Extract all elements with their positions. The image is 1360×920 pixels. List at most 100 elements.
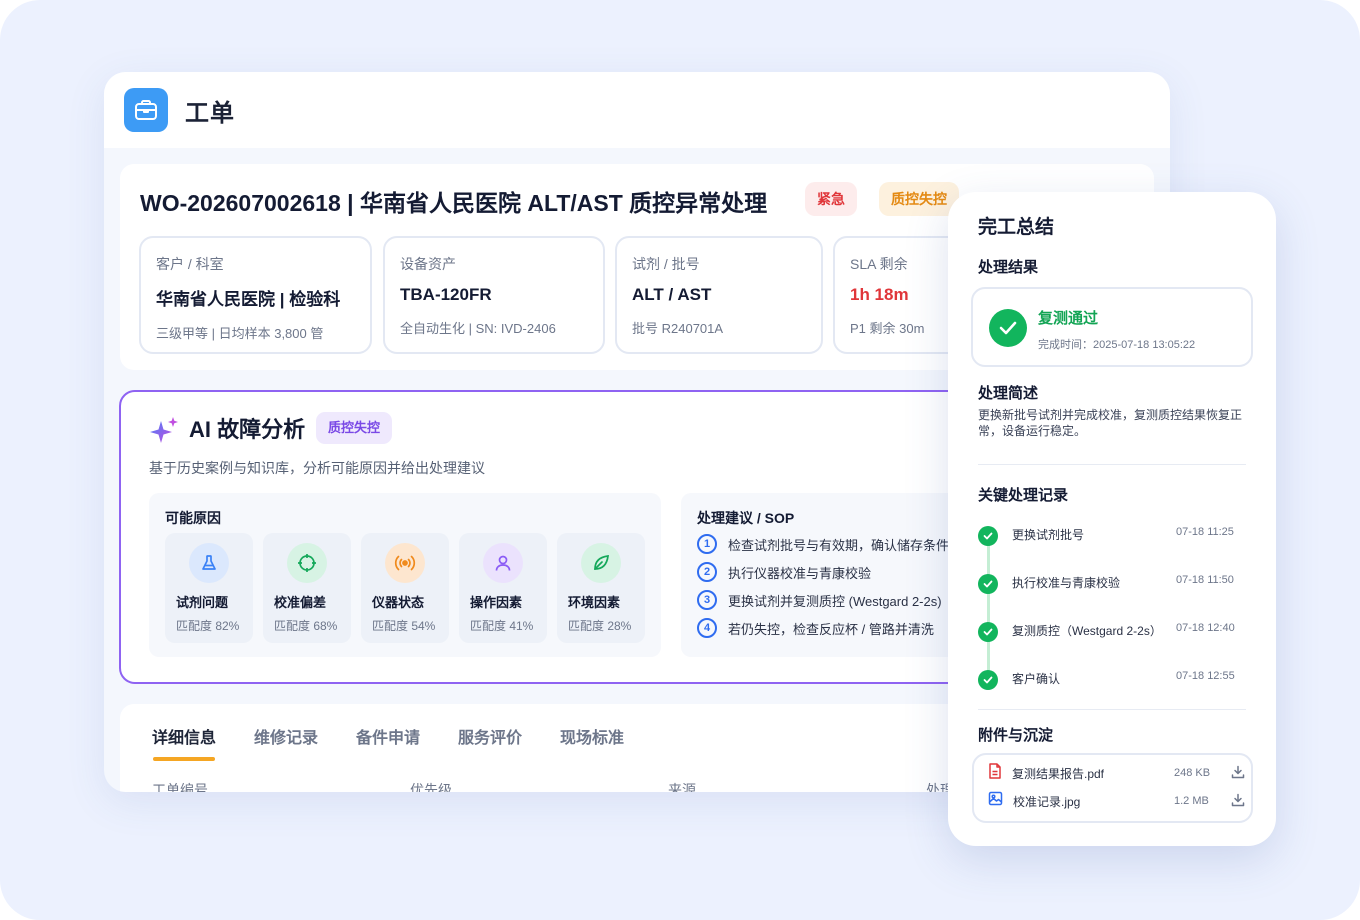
cause-name: 环境因素 xyxy=(568,595,621,610)
possible-causes-panel: 可能原因 试剂问题 匹配度 82% 校准偏差 匹配度 68% 仪器状态 匹配度 … xyxy=(149,493,661,657)
ai-status-badge: 质控失控 xyxy=(316,412,393,444)
divider xyxy=(978,709,1246,710)
signal-icon xyxy=(385,543,425,583)
step-number: 3 xyxy=(697,590,717,610)
info-sub: 全自动生化 | SN: IVD-2406 xyxy=(400,321,556,336)
cause-match: 匹配度 68% xyxy=(274,619,338,633)
cause-card-calibration[interactable]: 校准偏差 匹配度 68% xyxy=(263,533,351,643)
attachment-item[interactable]: 复测结果报告.pdf 248 KB xyxy=(988,762,1245,784)
step-text: 检查试剂批号与有效期，确认储存条件 xyxy=(728,537,950,553)
brief-heading: 处理简述 xyxy=(978,385,1039,402)
record-time: 07-18 11:50 xyxy=(1176,574,1234,586)
info-value: ALT / AST xyxy=(632,285,712,304)
attachment-item[interactable]: 校准记录.jpg 1.2 MB xyxy=(988,791,1245,811)
ai-analysis-title: AI 故障分析 xyxy=(189,417,306,442)
field-label-source: 来源 xyxy=(668,782,696,792)
qc-status-badge: 质控失控 xyxy=(879,182,959,216)
crosshair-icon xyxy=(287,543,327,583)
divider xyxy=(978,464,1246,465)
attachment-name: 校准记录.jpg xyxy=(1013,794,1081,809)
step-number: 1 xyxy=(697,534,717,554)
cause-card-operation[interactable]: 操作因素 匹配度 41% xyxy=(459,533,547,643)
download-icon[interactable] xyxy=(1231,793,1245,812)
records-heading: 关键处理记录 xyxy=(978,487,1069,504)
cause-match: 匹配度 82% xyxy=(176,619,240,633)
check-icon xyxy=(978,670,998,690)
attachments-heading: 附件与沉淀 xyxy=(978,727,1054,744)
info-label: 试剂 / 批号 xyxy=(632,256,700,272)
timeline-line xyxy=(987,537,990,677)
tab-repair-records[interactable]: 维修记录 xyxy=(254,724,318,748)
cause-name: 校准偏差 xyxy=(274,595,327,610)
step-text: 更换试剂并复测质控 (Westgard 2-2s) xyxy=(728,593,942,609)
info-sub: 三级甲等 | 日均样本 3,800 管 xyxy=(156,326,324,341)
step-number: 4 xyxy=(697,618,717,638)
check-circle-icon xyxy=(989,309,1027,347)
attachments-box: 复测结果报告.pdf 248 KB 校准记录.jpg 1.2 MB xyxy=(972,753,1253,823)
tab-parts-request[interactable]: 备件申请 xyxy=(356,724,420,748)
pdf-file-icon xyxy=(988,762,1002,784)
cause-card-reagent[interactable]: 试剂问题 匹配度 82% xyxy=(165,533,253,643)
window-header: 工单 xyxy=(104,72,1170,148)
reagent-info-box: 试剂 / 批号 ALT / AST 批号 R240701A xyxy=(615,236,823,354)
briefcase-icon xyxy=(124,88,168,132)
image-file-icon xyxy=(988,791,1003,811)
record-time: 07-18 12:55 xyxy=(1176,670,1235,682)
tab-details[interactable]: 详细信息 xyxy=(152,724,216,748)
field-label-wo-number: 工单编号 xyxy=(152,782,208,792)
ai-analysis-description: 基于历史案例与知识库，分析可能原因并给出处理建议 xyxy=(149,460,485,476)
tab-service-rating[interactable]: 服务评价 xyxy=(458,724,522,748)
leaf-icon xyxy=(581,543,621,583)
cause-match: 匹配度 28% xyxy=(568,619,632,633)
step-text: 若仍失控，检查反应杯 / 管路并清洗 xyxy=(728,621,934,637)
info-sub: 批号 R240701A xyxy=(632,321,724,336)
causes-title: 可能原因 xyxy=(165,510,221,526)
flask-icon xyxy=(189,543,229,583)
step-text: 执行仪器校准与青康校验 xyxy=(728,565,872,581)
tab-onsite-standards[interactable]: 现场标准 xyxy=(560,724,624,748)
equipment-info-box: 设备资产 TBA-120FR 全自动生化 | SN: IVD-2406 xyxy=(383,236,605,354)
download-icon[interactable] xyxy=(1231,765,1245,784)
user-icon xyxy=(483,543,523,583)
cause-card-instrument[interactable]: 仪器状态 匹配度 54% xyxy=(361,533,449,643)
sop-panel: 处理建议 / SOP 1 检查试剂批号与有效期，确认储存条件 2 执行仪器校准与… xyxy=(681,493,981,657)
brief-text: 更换新批号试剂并完成校准，复测质控结果恢复正常，设备运行稳定。 xyxy=(978,408,1243,438)
work-order-title: WO-202607002618 | 华南省人民医院 ALT/AST 质控异常处理 xyxy=(140,190,768,216)
sop-step: 3 更换试剂并复测质控 (Westgard 2-2s) xyxy=(697,590,942,610)
info-label: 设备资产 xyxy=(400,256,456,272)
sop-title: 处理建议 / SOP xyxy=(697,510,795,526)
record-text: 客户确认 xyxy=(1012,672,1061,686)
cause-match: 匹配度 41% xyxy=(470,619,534,633)
sparkle-icon xyxy=(149,416,179,451)
attachment-size: 1.2 MB xyxy=(1174,795,1209,807)
result-heading: 处理结果 xyxy=(978,259,1039,276)
cause-card-environment[interactable]: 环境因素 匹配度 28% xyxy=(557,533,645,643)
app-title: 工单 xyxy=(185,99,235,127)
record-time: 07-18 12:40 xyxy=(1176,622,1235,634)
completion-time: 完成时间：2025-07-18 13:05:22 xyxy=(1038,339,1196,351)
sop-step: 2 执行仪器校准与青康校验 xyxy=(697,562,871,582)
step-number: 2 xyxy=(697,562,717,582)
field-label-priority: 优先级 xyxy=(410,782,452,792)
sop-step: 1 检查试剂批号与有效期，确认储存条件 xyxy=(697,534,949,554)
urgent-badge: 紧急 xyxy=(805,182,857,216)
cause-match: 匹配度 54% xyxy=(372,619,436,633)
completion-title: 完工总结 xyxy=(978,217,1055,238)
active-tab-indicator xyxy=(153,757,215,761)
record-time: 07-18 11:25 xyxy=(1176,526,1234,538)
record-text: 执行校准与青康校验 xyxy=(1012,576,1121,590)
attachment-size: 248 KB xyxy=(1174,767,1211,779)
record-text: 更换试剂批号 xyxy=(1012,528,1085,542)
cause-name: 操作因素 xyxy=(470,595,523,610)
attachment-name: 复测结果报告.pdf xyxy=(1012,766,1105,781)
customer-info-box: 客户 / 科室 华南省人民医院 | 检验科 三级甲等 | 日均样本 3,800 … xyxy=(139,236,372,354)
check-icon xyxy=(978,526,998,546)
sop-step: 4 若仍失控，检查反应杯 / 管路并清洗 xyxy=(697,618,934,638)
completion-summary-panel: 完工总结 处理结果 复测通过 完成时间：2025-07-18 13:05:22 … xyxy=(948,192,1276,846)
result-box: 复测通过 完成时间：2025-07-18 13:05:22 xyxy=(971,287,1253,367)
cause-name: 试剂问题 xyxy=(176,595,229,610)
record-text: 复测质控（Westgard 2-2s） xyxy=(1012,624,1162,638)
result-status: 复测通过 xyxy=(1038,310,1099,327)
cause-name: 仪器状态 xyxy=(372,595,425,610)
check-icon xyxy=(978,622,998,642)
